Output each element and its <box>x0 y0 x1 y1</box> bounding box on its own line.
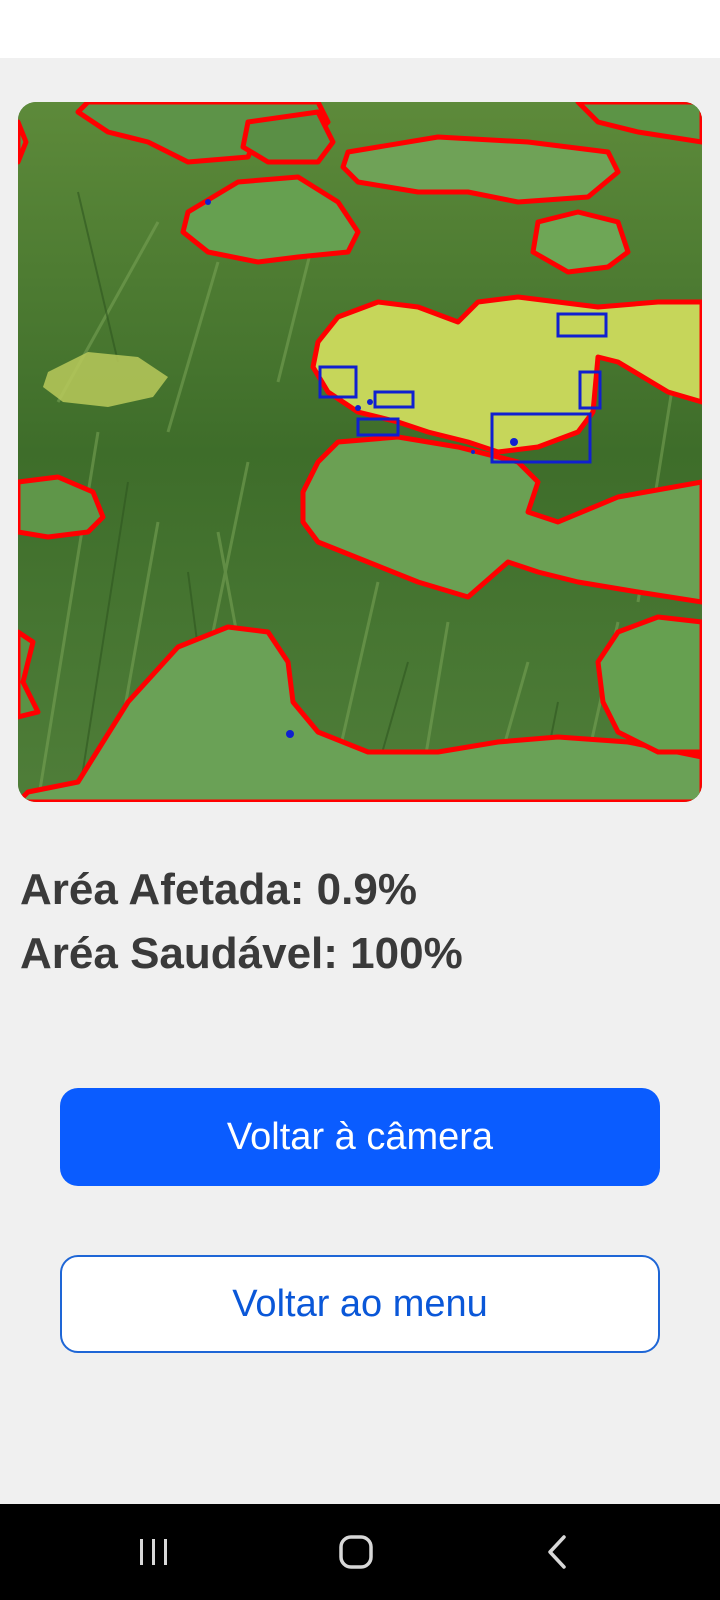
back-icon[interactable] <box>518 1522 598 1582</box>
back-to-menu-button[interactable]: Voltar ao menu <box>60 1255 660 1353</box>
back-to-camera-button[interactable]: Voltar à câmera <box>60 1088 660 1186</box>
analysis-image <box>18 102 702 802</box>
recent-apps-icon[interactable] <box>114 1522 194 1582</box>
system-navigation-bar <box>0 1504 720 1600</box>
leaf-segmentation-image <box>18 102 702 802</box>
healthy-area-text: Aréa Saudável: 100% <box>20 929 463 978</box>
status-bar-area <box>0 0 720 58</box>
affected-area-text: Aréa Afetada: 0.9% <box>20 865 417 914</box>
result-metrics: Aréa Afetada: 0.9% Aréa Saudável: 100% <box>20 858 463 986</box>
home-icon[interactable] <box>316 1522 396 1582</box>
